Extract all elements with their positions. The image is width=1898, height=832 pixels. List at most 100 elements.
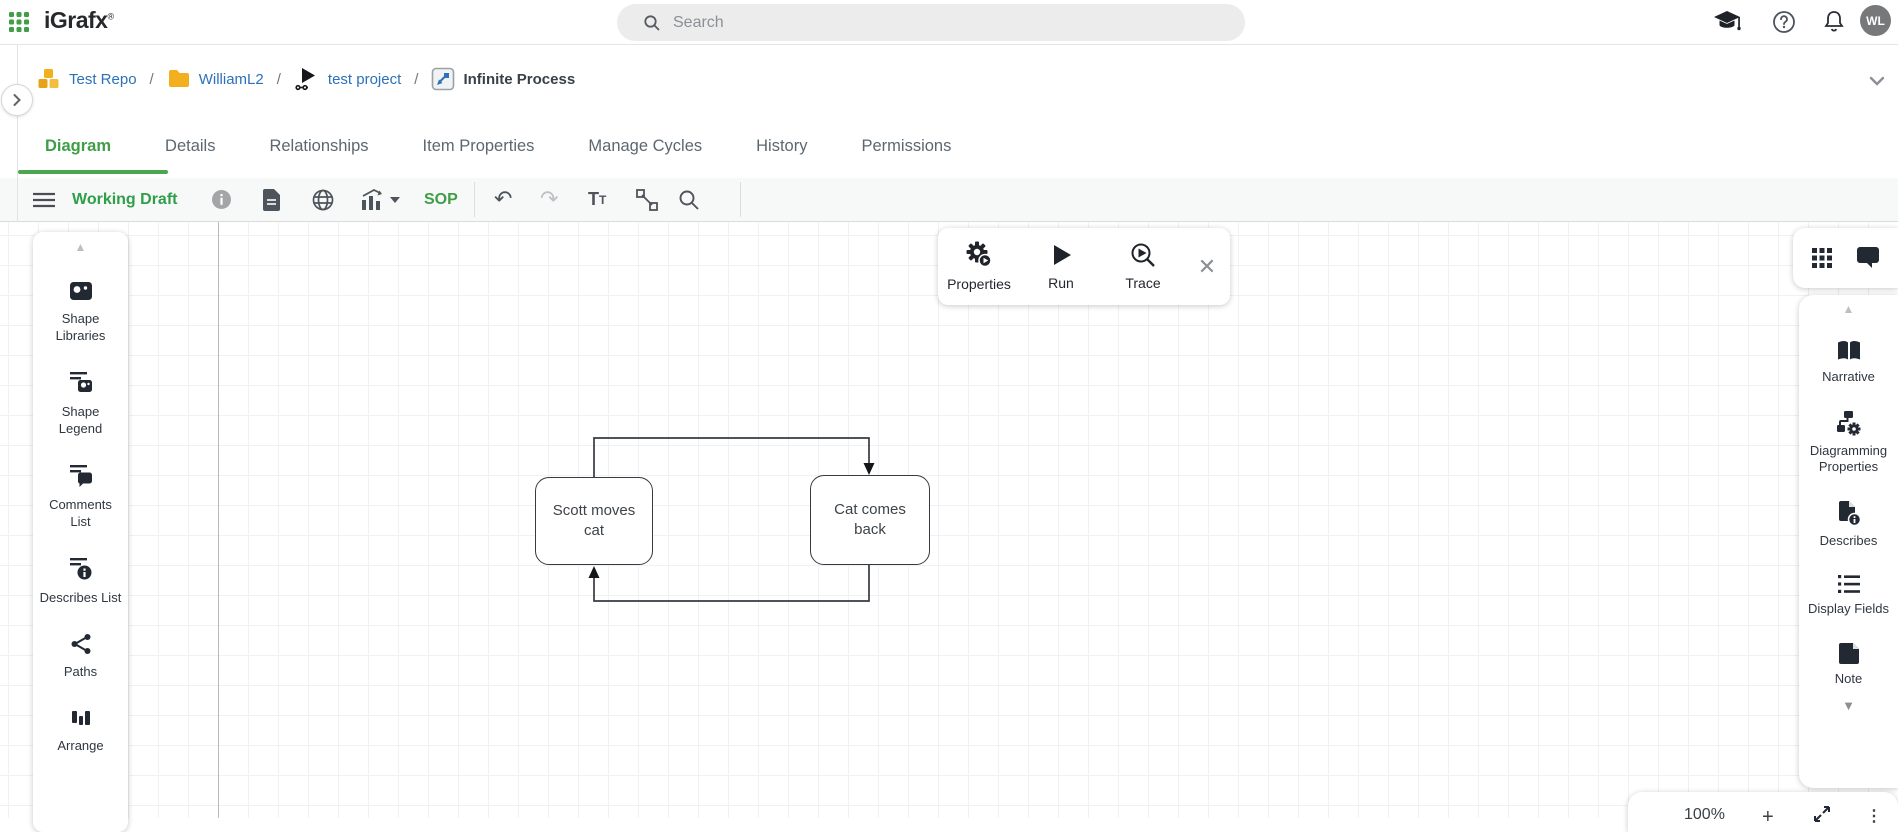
performance-chart-icon[interactable] xyxy=(360,178,400,221)
tab-permissions[interactable]: Permissions xyxy=(834,137,978,156)
tabs-row: Diagram Details Relationships Item Prope… xyxy=(0,120,1898,178)
diagram-canvas[interactable]: Scott moves cat Cat comes back xyxy=(0,222,1898,818)
fit-expand-icon[interactable] xyxy=(1814,806,1830,822)
breadcrumb-row: Test Repo / WilliamL2 / test project / xyxy=(0,45,1898,120)
run-play-icon xyxy=(1048,242,1074,268)
breadcrumb-label: WilliamL2 xyxy=(199,71,264,88)
display-fields-list-icon xyxy=(1837,574,1861,594)
close-icon[interactable]: ✕ xyxy=(1184,254,1230,280)
diagramming-properties-icon xyxy=(1836,410,1862,436)
collapse-panel-button[interactable] xyxy=(1,84,33,116)
breadcrumb-separator: / xyxy=(277,71,281,88)
tab-item-properties[interactable]: Item Properties xyxy=(396,137,562,156)
narrative-book-icon xyxy=(1836,340,1862,362)
left-rail-divider xyxy=(17,45,18,222)
connector-tool-icon[interactable] xyxy=(635,178,659,221)
menu-hamburger-icon[interactable] xyxy=(33,178,55,221)
scroll-up-icon[interactable]: ▲ xyxy=(75,241,87,253)
properties-gear-icon xyxy=(965,241,993,269)
diagram-toolbar: Working Draft SOP ↶ ↷ TT xyxy=(0,178,1898,222)
scroll-down-icon[interactable]: ▼ xyxy=(1842,699,1855,712)
breadcrumb-label: test project xyxy=(328,71,401,88)
comment-bubble-icon[interactable] xyxy=(1855,246,1881,270)
notifications-bell-icon[interactable] xyxy=(1822,9,1846,34)
undo-icon[interactable]: ↶ xyxy=(494,178,512,221)
arrange-button[interactable]: Arrange xyxy=(39,707,123,754)
version-info-icon[interactable] xyxy=(212,178,231,221)
help-icon[interactable] xyxy=(1772,10,1796,34)
breadcrumb-item-folder[interactable]: WilliamL2 xyxy=(167,69,264,89)
breadcrumb-label: Infinite Process xyxy=(463,71,575,88)
note-button[interactable]: Note xyxy=(1801,642,1897,687)
more-options-kebab-icon[interactable]: ⋮ xyxy=(1866,806,1882,826)
right-tools-panel: ▲ Narrative Diagramming Prope xyxy=(1799,295,1898,788)
globe-icon[interactable] xyxy=(312,178,334,221)
top-bar: iGrafx® WL xyxy=(0,0,1898,45)
describes-doc-icon xyxy=(1837,500,1861,526)
note-page-icon xyxy=(1837,642,1861,664)
zoom-widget: 100% + ⋮ xyxy=(1628,792,1898,832)
redo-icon: ↷ xyxy=(540,178,558,221)
user-avatar[interactable]: WL xyxy=(1860,5,1891,36)
trace-magnifier-icon xyxy=(1130,242,1156,268)
zoom-search-icon[interactable] xyxy=(678,178,700,221)
scroll-up-icon[interactable]: ▲ xyxy=(1843,303,1855,315)
tab-manage-cycles[interactable]: Manage Cycles xyxy=(561,137,729,156)
app-launcher-icon[interactable] xyxy=(8,11,30,33)
breadcrumb-item-current: Infinite Process xyxy=(431,67,575,91)
tab-diagram[interactable]: Diagram xyxy=(18,137,138,156)
page-boundary-line xyxy=(218,222,219,818)
grid-view-icon[interactable] xyxy=(1811,247,1833,269)
trace-button[interactable]: Trace xyxy=(1102,242,1184,291)
comments-list-button[interactable]: Comments List xyxy=(39,464,123,530)
breadcrumb-label: Test Repo xyxy=(69,71,137,88)
arrange-bars-icon xyxy=(70,707,92,729)
process-model-icon xyxy=(294,67,320,91)
search-icon xyxy=(643,14,661,32)
tab-history[interactable]: History xyxy=(729,137,834,156)
repository-cubes-icon xyxy=(37,68,61,90)
shape-label: Cat comes back xyxy=(823,500,917,540)
narrative-button[interactable]: Narrative xyxy=(1801,340,1897,385)
diagramming-properties-button[interactable]: Diagramming Properties xyxy=(1801,410,1897,475)
properties-button[interactable]: Properties xyxy=(938,241,1020,292)
left-tools-panel: ▲ Shape Libraries Shape Legend Comments … xyxy=(33,232,128,832)
shape-libraries-button[interactable]: Shape Libraries xyxy=(39,280,123,344)
display-fields-button[interactable]: Display Fields xyxy=(1801,574,1897,617)
breadcrumb: Test Repo / WilliamL2 / test project / xyxy=(37,67,575,91)
describes-list-icon xyxy=(69,557,93,581)
breadcrumb-separator: / xyxy=(150,71,154,88)
tab-relationships[interactable]: Relationships xyxy=(242,137,395,156)
diagram-shape-scott-moves-cat[interactable]: Scott moves cat xyxy=(535,477,653,565)
shape-label: Scott moves cat xyxy=(548,501,640,541)
shape-action-toolbar: Properties Run Trace ✕ xyxy=(938,228,1230,305)
shape-legend-icon xyxy=(69,371,93,395)
text-format-icon[interactable]: TT xyxy=(588,178,606,221)
zoom-level: 100% xyxy=(1684,806,1725,824)
document-report-icon[interactable] xyxy=(262,178,281,221)
chart-dropdown-caret-icon[interactable] xyxy=(390,197,400,203)
folder-icon xyxy=(167,69,191,89)
run-button[interactable]: Run xyxy=(1020,242,1102,291)
breadcrumb-item-repository[interactable]: Test Repo xyxy=(37,68,137,90)
right-mini-panel xyxy=(1793,228,1898,288)
describes-list-button[interactable]: Describes List xyxy=(39,557,123,606)
describes-button[interactable]: Describes xyxy=(1801,500,1897,549)
breadcrumb-item-project[interactable]: test project xyxy=(294,67,401,91)
active-tab-underline xyxy=(18,170,168,174)
shape-legend-button[interactable]: Shape Legend xyxy=(39,371,123,437)
sop-button[interactable]: SOP xyxy=(424,178,458,221)
global-search[interactable] xyxy=(617,4,1245,41)
version-label[interactable]: Working Draft xyxy=(72,178,177,221)
comments-list-icon xyxy=(69,464,93,488)
igrafx-logo: iGrafx® xyxy=(44,7,114,34)
diagram-item-icon xyxy=(431,67,455,91)
breadcrumb-chevron-down-icon[interactable] xyxy=(1868,75,1886,87)
connector-lines xyxy=(0,222,1898,818)
tab-details[interactable]: Details xyxy=(138,137,242,156)
search-input[interactable] xyxy=(673,14,1193,32)
diagram-shape-cat-comes-back[interactable]: Cat comes back xyxy=(810,475,930,565)
learning-cap-icon[interactable] xyxy=(1714,9,1742,33)
shape-libraries-icon xyxy=(69,280,93,302)
paths-button[interactable]: Paths xyxy=(39,633,123,680)
